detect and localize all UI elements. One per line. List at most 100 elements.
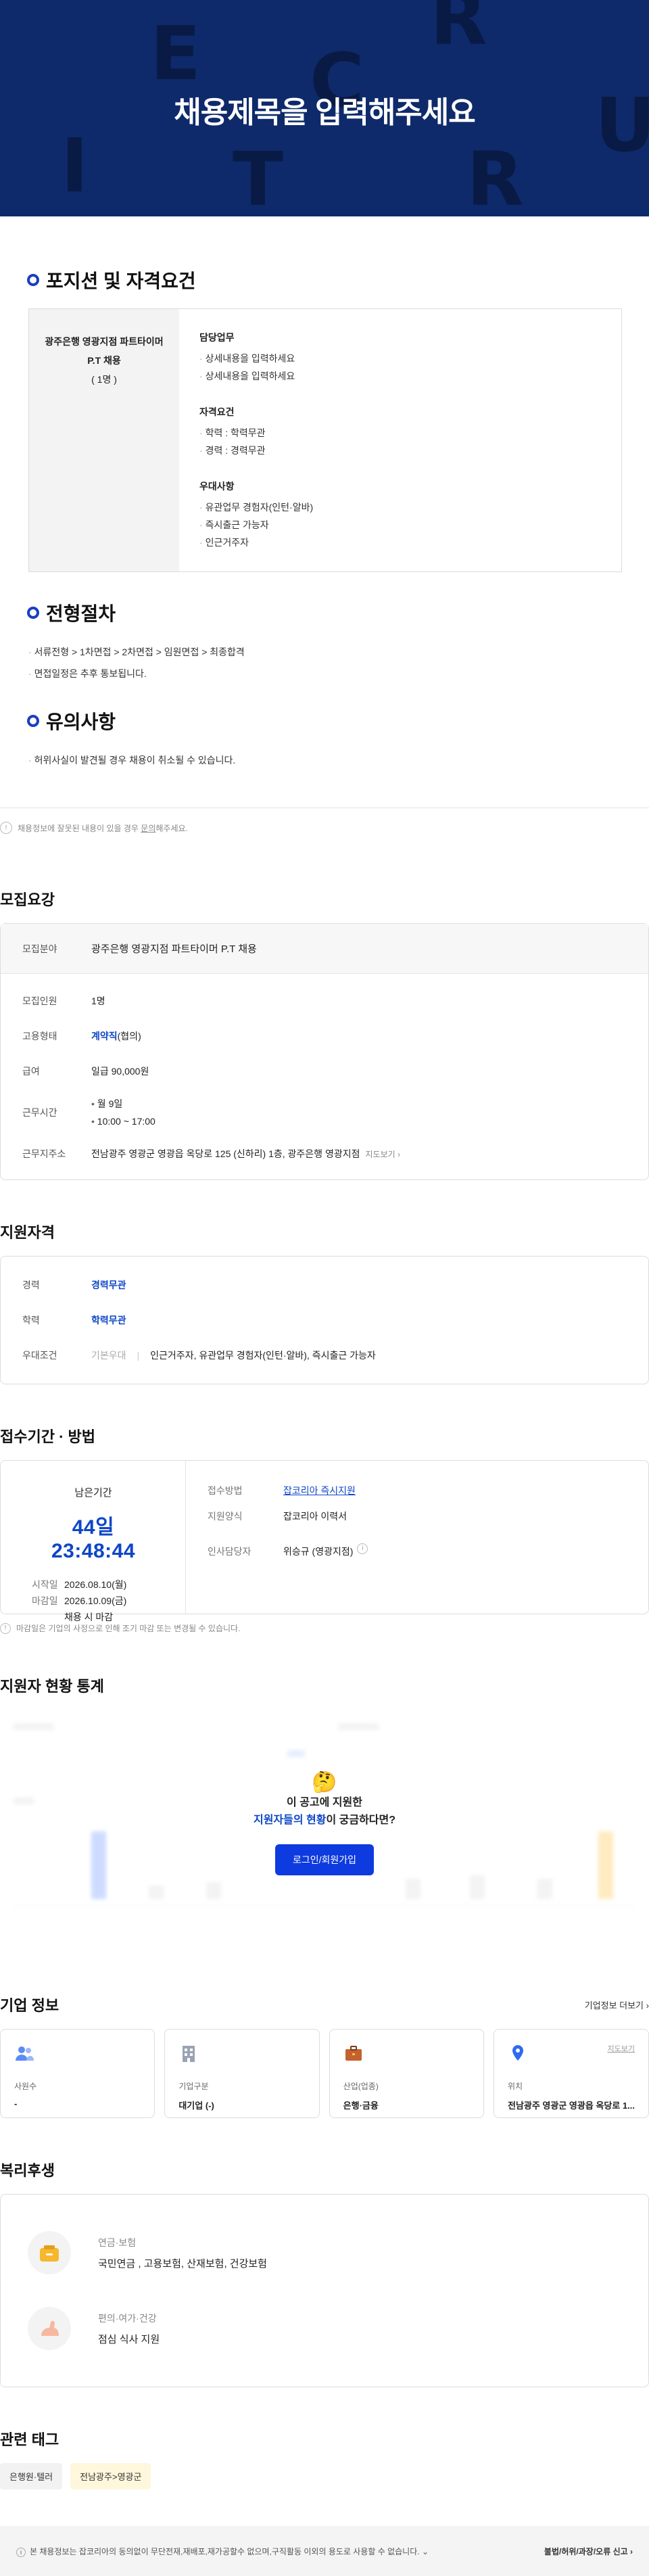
apply-now-link[interactable]: 잡코리아 즉시지원: [283, 1482, 356, 1499]
manager-row: 인사담당자 위승규 (영광지점) i: [208, 1543, 368, 1560]
detail-body: 포지션 및 자격요건 광주은행 영광지점 파트타이머 P.T 채용 ( 1명 )…: [0, 266, 649, 771]
tags-title: 관련 태그: [0, 2431, 59, 2448]
deco-letter: R: [466, 136, 524, 216]
qual-title: 자격요건: [199, 406, 235, 417]
duty-title: 담당업무: [199, 332, 235, 343]
pref-row: 우대조건 기본우대 | 인근거주자, 유관업무 경험자(인턴·알바), 즉시출근…: [22, 1350, 376, 1361]
deco-letter: E: [150, 10, 201, 97]
briefcase-icon: [345, 2046, 362, 2061]
list-item: 10:00 ~ 17:00: [91, 1113, 155, 1130]
arm-icon: [28, 2307, 71, 2350]
stats-title: 지원자 현황 통계: [0, 1678, 104, 1695]
position-detail-cell: 담당업무 상세내용을 입력하세요 상세내용을 입력하세요 자격요건 학력 : 학…: [179, 309, 621, 571]
qualification-title: 지원자격: [0, 1224, 55, 1241]
chevron-right-icon: ›: [646, 2000, 649, 2011]
bullet-circle-icon: [27, 607, 39, 619]
info-icon[interactable]: i: [357, 1543, 368, 1554]
report-link[interactable]: 불법/허위/과장/오류 신고 ›: [544, 2546, 633, 2557]
building-icon: [183, 2046, 195, 2062]
map-link[interactable]: 지도보기 ›: [365, 1148, 400, 1160]
method-row: 접수방법 잡코리아 즉시지원: [208, 1482, 368, 1499]
position-table: 광주은행 영광지점 파트타이머 P.T 채용 ( 1명 ) 담당업무 상세내용을…: [28, 308, 622, 572]
pref-title: 우대사항: [199, 481, 235, 492]
inquiry-link[interactable]: 문의: [141, 824, 155, 833]
recruit-title: 모집요강: [0, 891, 55, 908]
recruit-pay-row: 급여 일급 90,000원: [22, 1066, 149, 1077]
caution-list: 허위사실이 발견될 경우 채용이 취소될 수 있습니다.: [28, 749, 622, 771]
recruit-card: 모집분야 광주은행 영광지점 파트타이머 P.T 채용 모집인원 1명 고용형태…: [0, 923, 649, 1180]
section-title-caution: 유의사항: [27, 707, 622, 734]
list-item: 서류전형 > 1차면접 > 2차면접 > 임원면접 > 최종합격: [28, 641, 622, 663]
section-title-process: 전형절차: [27, 599, 622, 626]
list-item: 월 9일: [91, 1095, 155, 1113]
countdown: 44일 23:48:44: [51, 1516, 136, 1562]
apply-method-panel: 접수방법 잡코리아 즉시지원 지원양식 잡코리아 이력서 인사담당자 위승규 (영광지…: [186, 1461, 389, 1614]
location-icon: [512, 2045, 523, 2061]
remaining-time-panel: 남은기간 44일 23:48:44 시작일 2026.08.10(월) 마감일 20…: [1, 1461, 186, 1622]
list-item: 상세내용을 입력하세요: [199, 367, 601, 385]
form-row: 지원양식 잡코리아 이력서: [208, 1511, 347, 1522]
list-item: 즉시출근 가능자: [199, 516, 601, 534]
page-title: 채용제목을 입력해주세요: [174, 96, 476, 129]
position-name-cell: 광주은행 영광지점 파트타이머 P.T 채용 ( 1명 ): [29, 309, 179, 571]
period-title: 접수기간 · 방법: [0, 1428, 95, 1445]
end-date-row: 마감일 2026.10.09(금): [32, 1595, 127, 1606]
deco-letter: T: [233, 136, 284, 216]
hero-banner: E R C U I T R 채용제목을 입력해주세요: [0, 0, 649, 216]
process-list: 서류전형 > 1차면접 > 2차면접 > 임원면접 > 최종합격 면접일정은 추…: [28, 641, 622, 684]
tag-chip[interactable]: 전남광주>영광군: [70, 2463, 151, 2489]
chevron-right-icon: ›: [630, 2546, 633, 2556]
list-item: 상세내용을 입력하세요: [199, 350, 601, 367]
stats-locked-panel: 🤔 이 공고에 지원한 지원자들의 현황이 궁금하다면? 로그인/회원가입: [0, 1710, 649, 1953]
company-card-employees: 사원수 -: [0, 2029, 155, 2118]
piggybank-icon: [28, 2231, 71, 2274]
company-more-link[interactable]: 기업정보 더보기 ›: [585, 1998, 649, 2011]
pref-list: 유관업무 경험자(인턴·알바) 즉시출근 가능자 인근거주자: [199, 498, 601, 551]
tag-list: 은행원·텔러 전남광주>영광군: [0, 2463, 649, 2489]
job-name: 광주은행 영광지점 파트타이머 P.T 채용: [45, 336, 164, 366]
duty-list: 상세내용을 입력하세요 상세내용을 입력하세요: [199, 350, 601, 385]
period-card: 남은기간 44일 23:48:44 시작일 2026.08.10(월) 마감일 20…: [0, 1460, 649, 1622]
report-note: ! 채용정보에 잘못된 내용이 있을 경우 문의해주세요.: [0, 807, 649, 847]
recruit-time-row: 근무시간 월 9일 10:00 ~ 17:00: [1, 1089, 648, 1136]
section-title-position: 포지션 및 자격요건: [27, 266, 622, 294]
start-date-row: 시작일 2026.08.10(월): [32, 1579, 127, 1590]
chevron-right-icon: ›: [398, 1149, 400, 1159]
headcount: ( 1명 ): [91, 374, 117, 385]
list-item: 면접일정은 추후 통보됩니다.: [28, 663, 622, 684]
info-icon: i: [16, 2547, 26, 2557]
bullet-circle-icon: [27, 274, 39, 286]
recruit-type-row: 고용형태 계약직(협의): [22, 1031, 141, 1041]
footer-bar: i본 채용정보는 잡코리아의 동의없이 무단전재,재배포,재가공할수 없으며,구…: [0, 2526, 649, 2576]
list-item: 허위사실이 발견될 경우 채용이 취소될 수 있습니다.: [28, 749, 622, 771]
list-item: 학력 : 학력무관: [199, 424, 601, 442]
recruit-field-row: 모집분야 광주은행 영광지점 파트타이머 P.T 채용: [1, 924, 648, 974]
info-icon: !: [0, 1622, 11, 1634]
edu-row: 학력 학력무관: [22, 1315, 126, 1326]
company-card-industry: 산업(업종) 은행·금융: [329, 2029, 484, 2118]
deco-letter: R: [430, 0, 487, 62]
login-button[interactable]: 로그인/회원가입: [274, 1844, 375, 1875]
period-note: ! 마감일은 기업의 사정으로 인해 조기 마감 또는 변경될 수 있습니다.: [0, 1622, 649, 1634]
company-title: 기업 정보: [0, 1997, 59, 2014]
qual-list: 학력 : 학력무관 경력 : 경력무관: [199, 424, 601, 459]
welfare-item: 편의·여가·건강 점심 식사 지원: [28, 2291, 621, 2366]
people-icon: [16, 2046, 34, 2061]
list-item: 인근거주자: [199, 534, 601, 551]
recruit-count-row: 모집인원 1명: [22, 996, 105, 1006]
welfare-card: 연금·보험 국민연금 , 고용보험, 산재보험, 건강보험 편의·여가·건강 점…: [0, 2194, 649, 2387]
deco-letter: I: [61, 122, 89, 209]
company-cards: 사원수 - 기업구분 대기업 (-) 산업(업종) 은행·금융 지도보기 위치 …: [0, 2029, 649, 2118]
qualification-card: 경력 경력무관 학력 학력무관 우대조건 기본우대 | 인근거주자, 유관업무 …: [0, 1256, 649, 1384]
welfare-title: 복리후생: [0, 2162, 55, 2179]
thinking-face-icon: 🤔: [312, 1771, 337, 1794]
company-card-location: 지도보기 위치 전남광주 영광군 영광읍 옥당로 1...: [493, 2029, 649, 2118]
welfare-item: 연금·보험 국민연금 , 고용보험, 산재보험, 건강보험: [28, 2215, 621, 2291]
map-link[interactable]: 지도보기: [608, 2043, 635, 2054]
chevron-down-icon[interactable]: ⌄: [422, 2547, 429, 2556]
recruit-addr-row: 근무지주소 전남광주 영광군 영광읍 옥당로 125 (신하리) 1층, 광주은…: [22, 1148, 400, 1160]
company-card-type: 기업구분 대기업 (-): [164, 2029, 320, 2118]
career-row: 경력 경력무관: [22, 1280, 126, 1290]
tag-chip[interactable]: 은행원·텔러: [0, 2463, 63, 2489]
list-item: 유관업무 경험자(인턴·알바): [199, 498, 601, 516]
